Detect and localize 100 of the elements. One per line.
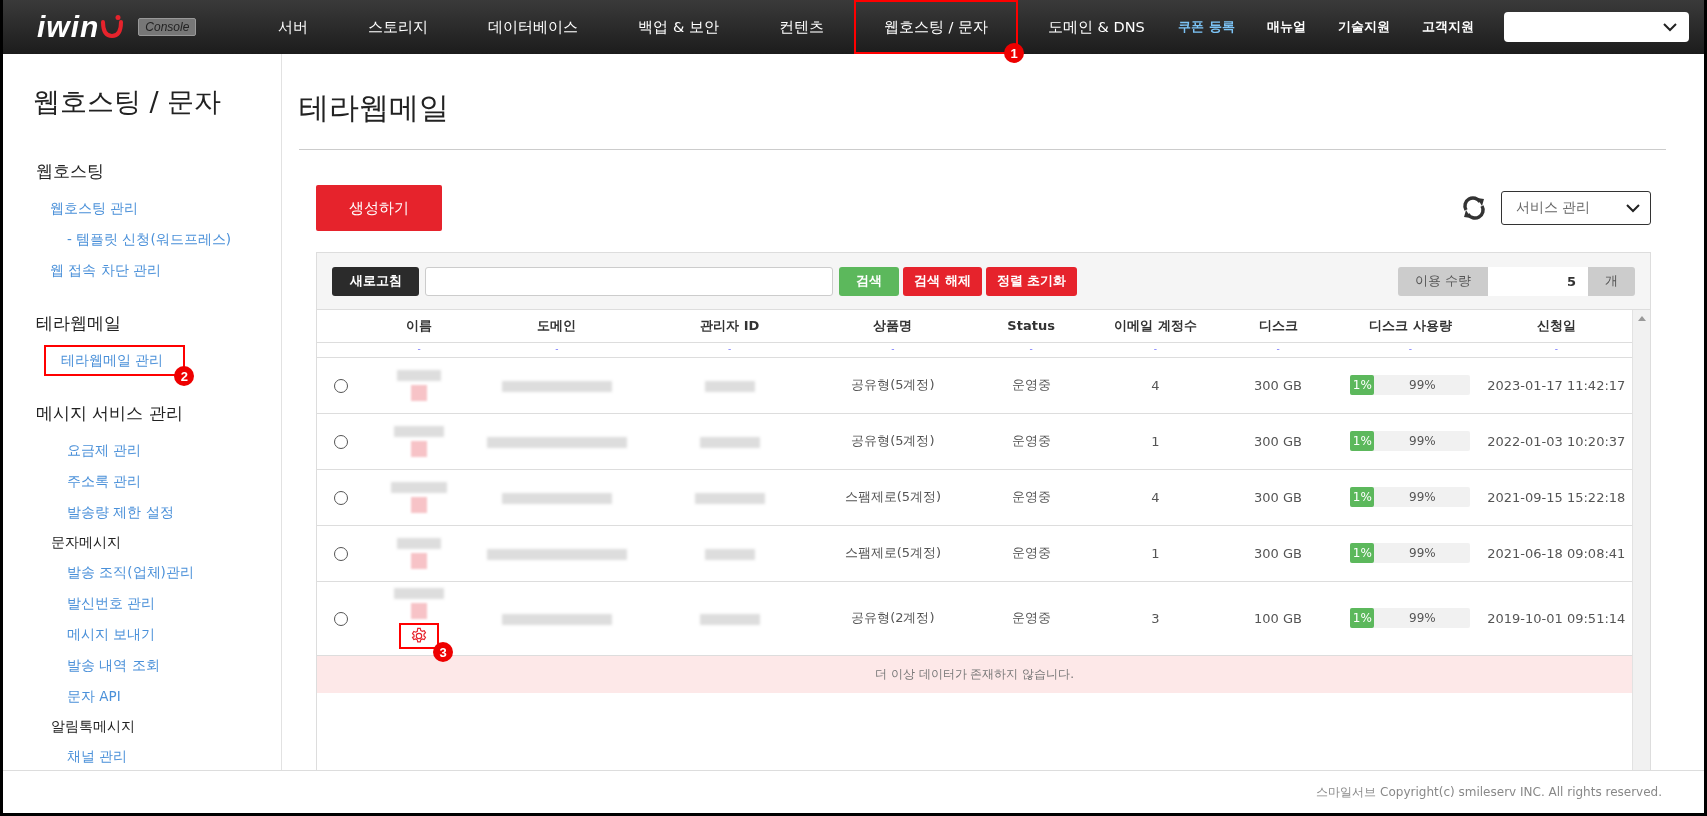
table-cell: 공유형(5계정) — [818, 357, 968, 413]
redacted-mark — [411, 385, 428, 401]
action-button[interactable]: 정렬 초기화 — [985, 266, 1078, 296]
table-cell: 운영중 — [967, 581, 1095, 655]
service-select[interactable]: 서비스 관리 — [1501, 191, 1651, 225]
sidebar-link[interactable]: 발송 내역 조회 — [33, 650, 281, 681]
copyright-text: 스마일서브 Copyright(c) smileserv INC. All rights reserved. — [1316, 783, 1662, 801]
sort-mark[interactable]: - — [967, 342, 1095, 357]
nav-tab[interactable]: 컨텐츠 — [748, 0, 854, 54]
sidebar-title: 웹호스팅 / 문자 — [33, 85, 223, 119]
table-cell: 운영중 — [967, 413, 1095, 469]
radio-button[interactable] — [334, 434, 349, 449]
free-label: 99% — [1408, 434, 1437, 448]
page-title: 테라웹메일 — [299, 88, 1666, 150]
sidebar-group-label: 알림톡메시지 — [50, 717, 136, 736]
free-label: 99% — [1408, 378, 1437, 392]
radio-button[interactable] — [334, 378, 349, 393]
search-field[interactable] — [425, 266, 833, 296]
settings-icon[interactable] — [410, 627, 429, 645]
chevron-down-icon — [1663, 22, 1677, 32]
radio-button[interactable] — [334, 546, 349, 561]
usage-fill: 1% — [1350, 608, 1375, 628]
smile-logo-icon — [100, 14, 125, 40]
column-header[interactable]: Status — [967, 310, 1095, 342]
scrollbar[interactable] — [1632, 310, 1650, 770]
sort-mark[interactable]: - — [1340, 342, 1481, 357]
sidebar-heading: 웹호스팅 — [36, 160, 105, 183]
sidebar-link[interactable]: 웹호스팅 관리 — [33, 193, 281, 224]
table-cell: 1 — [1094, 413, 1216, 469]
header-link[interactable]: 쿠폰 등록 — [1178, 18, 1235, 36]
redacted-mark — [411, 553, 428, 569]
nav-tab[interactable]: 데이터베이스 — [458, 0, 609, 54]
table-cell: 300 GB — [1215, 469, 1341, 525]
sidebar-link[interactable]: 요금제 관리 — [33, 435, 281, 466]
logo-text: iwin — [37, 10, 100, 44]
callout-badge: 1 — [1004, 43, 1024, 63]
sidebar-link[interactable]: - 템플릿 신청(워드프레스) — [33, 224, 281, 255]
table-cell: 스팸제로(5계정) — [818, 525, 968, 581]
table-cell: 운영중 — [967, 525, 1095, 581]
sort-mark[interactable]: - — [818, 342, 968, 357]
sidebar-link[interactable]: 발송 조직(업체)관리 — [33, 557, 281, 588]
sort-mark[interactable]: - — [1094, 342, 1216, 357]
redacted-text — [704, 548, 755, 560]
create-button[interactable]: 생성하기 — [316, 185, 442, 231]
callout-badge: 3 — [433, 642, 454, 662]
table-cell: 300 GB — [1215, 525, 1341, 581]
chevron-down-icon — [1626, 203, 1640, 213]
sort-mark[interactable]: - — [1215, 342, 1341, 357]
sidebar-link[interactable]: 발신번호 관리 — [33, 588, 281, 619]
sidebar-link[interactable]: 채널 관리 — [33, 741, 281, 770]
unit-label: 개 — [1588, 266, 1635, 296]
sidebar-link[interactable]: 웹 접속 차단 관리 — [33, 255, 281, 286]
column-header[interactable]: 이메일 계정수 — [1094, 310, 1216, 342]
sort-mark[interactable]: - — [472, 342, 642, 357]
sidebar-heading: 메시지 서비스 관리 — [36, 402, 184, 425]
column-header[interactable]: 이름 — [365, 310, 473, 342]
sort-mark[interactable]: - — [365, 342, 473, 357]
table-cell: 운영중 — [967, 357, 1095, 413]
redacted-text — [699, 613, 760, 625]
sidebar-link[interactable]: 주소록 관리 — [33, 466, 281, 497]
redacted-text — [394, 588, 445, 599]
header-link[interactable]: 기술지원 — [1338, 18, 1390, 36]
table-cell: 1 — [1094, 525, 1216, 581]
sidebar-link[interactable]: 문자 API — [33, 681, 281, 712]
column-header[interactable]: 도메인 — [472, 310, 642, 342]
column-header[interactable]: 상품명 — [818, 310, 968, 342]
table-cell: 300 GB — [1215, 357, 1341, 413]
sidebar-link[interactable]: 발송량 제한 설정 — [33, 497, 281, 528]
column-header[interactable]: 관리자 ID — [641, 310, 819, 342]
free-label: 99% — [1408, 546, 1437, 560]
search-button[interactable]: 검색 — [839, 266, 899, 296]
sort-mark[interactable]: - — [641, 342, 819, 357]
table-cell: 운영중 — [967, 469, 1095, 525]
redacted-text — [704, 380, 755, 392]
redacted-text — [397, 370, 442, 381]
table-cell: 공유형(2계정) — [818, 581, 968, 655]
redacted-mark — [411, 497, 428, 513]
redacted-text — [394, 426, 445, 437]
redacted-text — [391, 482, 448, 493]
action-button[interactable]: 검색 해제 — [903, 266, 982, 296]
redacted-mark — [411, 603, 428, 619]
column-header[interactable]: 디스크 사용량 — [1340, 310, 1481, 342]
radio-button[interactable] — [334, 490, 349, 505]
usage-fill: 1% — [1350, 431, 1375, 451]
radio-button[interactable] — [334, 611, 349, 626]
nav-tab[interactable]: 스토리지 — [338, 0, 459, 54]
header-link[interactable]: 매뉴얼 — [1267, 18, 1306, 36]
table-cell: 4 — [1094, 357, 1216, 413]
column-header[interactable]: 디스크 — [1215, 310, 1341, 342]
table-cell: 300 GB — [1215, 413, 1341, 469]
quantity-field[interactable]: 5 — [1488, 266, 1588, 296]
refresh-icon[interactable] — [1461, 195, 1487, 221]
refresh-button[interactable]: 새로고침 — [332, 266, 419, 296]
free-label: 99% — [1408, 490, 1437, 504]
nav-tab[interactable]: 서버 — [248, 0, 339, 54]
sort-mark[interactable]: - — [1480, 342, 1632, 357]
nav-tab[interactable]: 백업 & 보안 — [608, 0, 749, 54]
header-link[interactable]: 고객지원 — [1422, 18, 1474, 36]
sidebar-link[interactable]: 메시지 보내기 — [33, 619, 281, 650]
redacted-text — [699, 436, 760, 448]
